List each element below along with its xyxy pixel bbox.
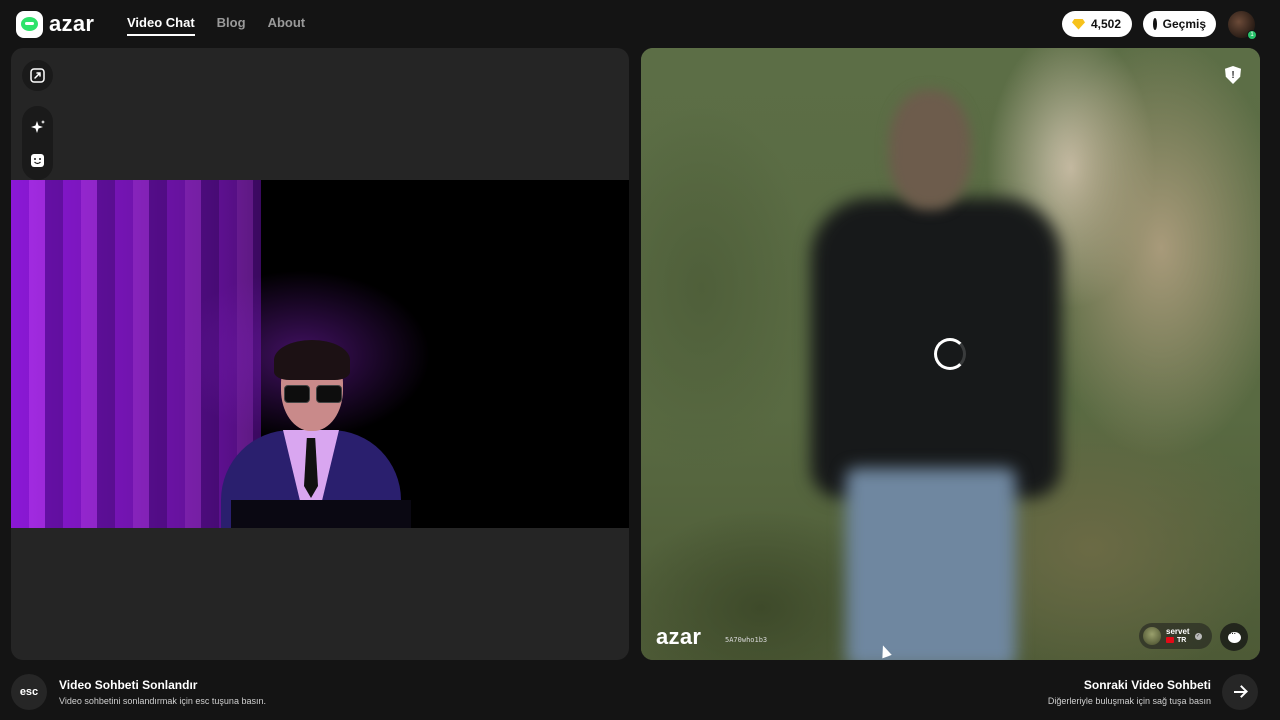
gems-button[interactable]: 4,502: [1062, 11, 1132, 37]
turkey-flag-icon: [1166, 637, 1174, 644]
self-camera-feed: [11, 180, 629, 528]
end-chat-info: Video Sohbeti Sonlandır Video sohbetini …: [59, 678, 266, 706]
profile-avatar[interactable]: 1: [1228, 11, 1257, 40]
shield-alert-icon: !: [1225, 66, 1241, 84]
nav-blog[interactable]: Blog: [217, 15, 246, 36]
expand-button[interactable]: [22, 60, 53, 91]
partner-name: servet: [1166, 627, 1190, 637]
azar-logo[interactable]: azar: [16, 10, 94, 38]
footer-bar: esc Video Sohbeti Sonlandır Video sohbet…: [0, 668, 1280, 720]
next-chat-button[interactable]: [1222, 674, 1258, 710]
watermark-id: 5A70who1b3: [725, 636, 768, 644]
history-button[interactable]: Geçmiş: [1143, 11, 1216, 37]
nav-video-chat[interactable]: Video Chat: [127, 15, 195, 36]
end-chat-esc-button[interactable]: esc: [11, 674, 47, 710]
verified-badge-icon: ✓: [1194, 632, 1202, 640]
next-chat-info: Sonraki Video Sohbeti Diğerleriyle buluş…: [1048, 678, 1211, 706]
chat-bubble-icon: [1227, 628, 1241, 643]
azar-logo-icon: [16, 10, 43, 38]
main-nav: Video Chat Blog About: [127, 15, 305, 36]
loading-spinner: [934, 338, 966, 370]
nav-about[interactable]: About: [268, 15, 306, 36]
next-chat-title: Sonraki Video Sohbeti: [1083, 678, 1211, 692]
partner-avatar: [1143, 627, 1161, 645]
sparkle-effects-icon: [30, 119, 45, 133]
partner-video-panel: ! azar 5A70who1b3 servet TR ✓: [641, 48, 1260, 660]
self-video-panel: [11, 48, 629, 660]
sticker-button[interactable]: [22, 145, 53, 176]
logo-text: azar: [49, 11, 95, 36]
expand-icon: [30, 68, 45, 83]
history-label: Geçmiş: [1162, 17, 1206, 31]
sunglasses: [284, 385, 342, 403]
effects-button[interactable]: [22, 111, 53, 142]
chat-button[interactable]: [1220, 623, 1248, 651]
gem-icon: [1072, 18, 1085, 30]
end-chat-title: Video Sohbeti Sonlandır: [59, 678, 198, 692]
top-bar: azar Video Chat Blog About 4,502 Geçmiş …: [0, 0, 1280, 46]
report-button[interactable]: !: [1225, 66, 1241, 84]
partner-country: TR: [1166, 637, 1190, 644]
partner-person-head: [889, 90, 971, 210]
arrow-right-icon: [1234, 691, 1246, 693]
avatar-badge: 1: [1247, 30, 1257, 40]
partner-profile-chip[interactable]: servet TR ✓: [1139, 623, 1212, 649]
sticker-face-icon: [31, 154, 44, 167]
clock-icon: [1153, 18, 1159, 30]
watermark-logo: azar: [656, 624, 702, 649]
end-chat-subtitle: Video sohbetini sonlandırmak için esc tu…: [59, 696, 266, 706]
next-chat-subtitle: Diğerleriyle buluşmak için sağ tuşa bası…: [1047, 696, 1211, 706]
effects-toolbar: [22, 106, 53, 180]
gems-count: 4,502: [1091, 17, 1122, 31]
